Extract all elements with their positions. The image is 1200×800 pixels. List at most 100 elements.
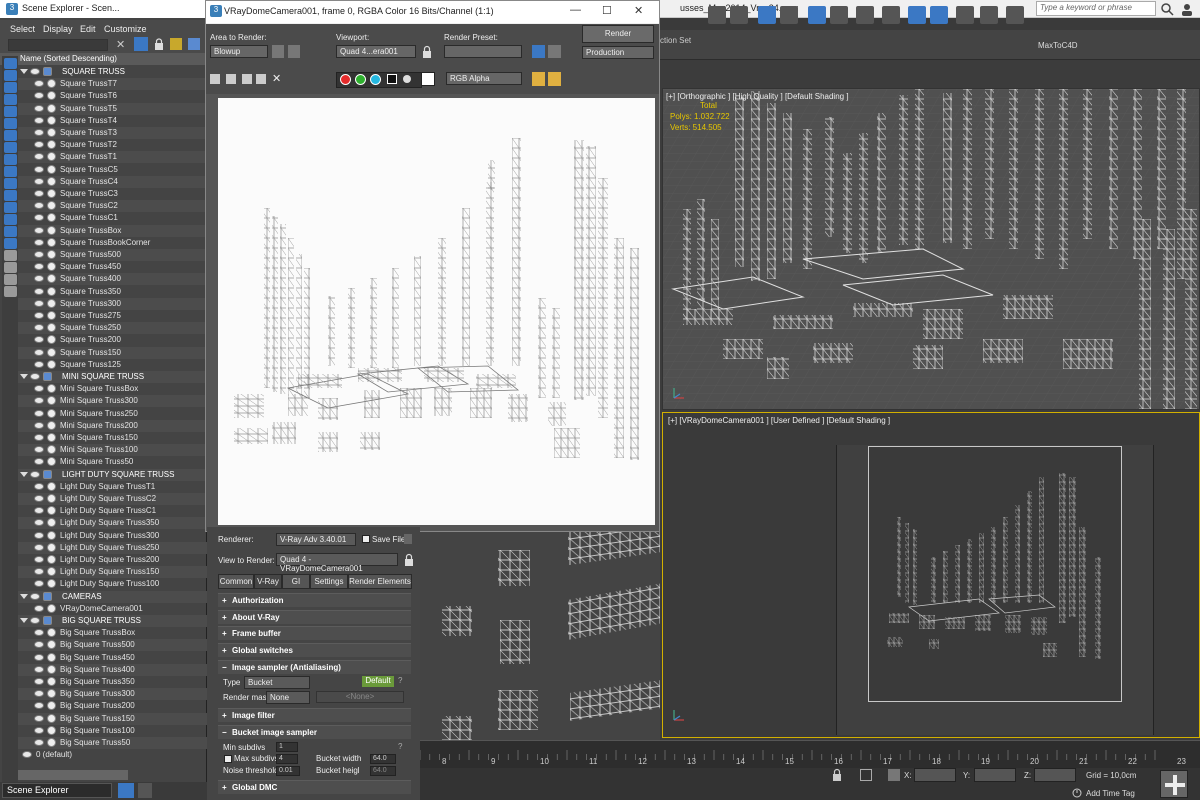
rendered-frame-window-icon[interactable] — [930, 6, 948, 24]
perspective-viewport-fragment[interactable] — [420, 530, 660, 742]
scene-object-row[interactable]: Square TrussC4 — [18, 175, 207, 188]
maxtoc4d-button[interactable]: MaxToC4D — [1038, 41, 1078, 50]
maximize-icon[interactable]: ☐ — [602, 4, 612, 17]
visibility-eye-icon[interactable] — [34, 678, 44, 685]
collapse-arrow-icon[interactable] — [20, 471, 28, 477]
y-coordinate-field[interactable] — [974, 768, 1016, 782]
lock-selection-icon[interactable] — [830, 768, 844, 782]
collapse-arrow-icon[interactable] — [20, 69, 28, 74]
scene-object-row[interactable]: Square TrussC5 — [18, 164, 207, 176]
bucket-height-field[interactable]: 64.0 — [370, 766, 396, 776]
display-cameras-icon[interactable] — [4, 94, 17, 105]
display-lights-icon[interactable] — [4, 82, 17, 93]
view-to-render-dropdown[interactable]: Quad 4 - VRayDomeCamera001 — [276, 553, 398, 573]
object-icon[interactable] — [47, 725, 56, 735]
scene-object-row[interactable]: Light Duty Square TrussT1 — [18, 481, 207, 493]
display-list-icon[interactable] — [4, 262, 17, 273]
object-icon[interactable] — [47, 542, 56, 552]
object-icon[interactable] — [47, 506, 56, 516]
print-image-icon[interactable] — [256, 74, 266, 84]
scene-object-row[interactable]: Square Truss200 — [18, 334, 207, 346]
visibility-eye-icon[interactable] — [34, 287, 44, 295]
visibility-eye-icon[interactable] — [34, 92, 44, 100]
keyword-search-input[interactable]: Type a keyword or phrase — [1036, 1, 1156, 16]
scene-object-row[interactable]: Mini Square Truss150 — [18, 432, 207, 444]
scene-object-row[interactable]: Square Truss275 — [18, 310, 207, 322]
x-coordinate-field[interactable] — [914, 768, 956, 782]
scene-object-row[interactable]: Square TrussC2 — [18, 200, 207, 213]
isolate-selection-icon[interactable] — [860, 769, 872, 781]
visibility-eye-icon[interactable] — [34, 263, 44, 271]
visibility-eye-icon[interactable] — [30, 592, 40, 600]
object-icon[interactable] — [47, 164, 56, 174]
mirror-icon[interactable] — [708, 6, 726, 24]
material-editor-icon[interactable] — [882, 6, 900, 24]
schematic-view-icon[interactable] — [856, 6, 874, 24]
renderer-dropdown[interactable]: V-Ray Adv 3.40.01 — [276, 533, 356, 546]
visibility-eye-icon[interactable] — [34, 104, 44, 112]
scene-object-row[interactable]: Square TrussBookCorner — [18, 237, 207, 249]
visibility-eye-icon[interactable] — [34, 385, 44, 393]
lock-view-icon[interactable] — [404, 553, 414, 566]
object-icon[interactable] — [47, 433, 56, 442]
curve-editor-icon[interactable] — [830, 6, 848, 24]
visibility-eye-icon[interactable] — [34, 629, 44, 637]
default-badge[interactable]: Default — [362, 676, 394, 687]
save-file-checkbox[interactable] — [362, 535, 370, 543]
visibility-eye-icon[interactable] — [34, 190, 44, 197]
object-icon[interactable] — [47, 738, 56, 747]
selection-set-dropdown[interactable]: ction Set — [660, 36, 691, 45]
help-icon[interactable]: ? — [398, 676, 402, 685]
add-layer-icon[interactable] — [170, 38, 182, 50]
scene-object-row[interactable]: Mini Square Truss300 — [18, 395, 207, 408]
visibility-eye-icon[interactable] — [34, 482, 44, 490]
display-none-icon[interactable] — [4, 214, 17, 225]
red-channel-toggle[interactable] — [340, 74, 351, 85]
scene-object-row[interactable]: Light Duty Square TrussC2 — [18, 493, 207, 505]
rollout-frame-buffer[interactable]: + Frame buffer — [218, 626, 411, 640]
scene-object-row[interactable]: Big Square Truss500 — [18, 639, 207, 652]
menu-customize[interactable]: Customize — [104, 24, 147, 34]
add-keyframe-icon[interactable] — [1160, 770, 1188, 798]
render-button[interactable]: Render — [582, 25, 654, 43]
collapse-arrow-icon[interactable] — [20, 374, 28, 379]
visibility-eye-icon[interactable] — [34, 80, 44, 88]
copy-image-icon[interactable] — [242, 74, 252, 84]
render-setup-icon[interactable] — [532, 45, 545, 58]
align-icon[interactable] — [730, 6, 748, 24]
object-icon[interactable] — [47, 481, 56, 491]
visibility-eye-icon[interactable] — [34, 739, 44, 746]
object-icon[interactable] — [47, 201, 56, 211]
object-icon[interactable] — [47, 347, 56, 357]
object-icon[interactable] — [47, 152, 56, 162]
area-to-render-dropdown[interactable]: Blowup — [210, 45, 268, 58]
object-icon[interactable] — [47, 128, 56, 137]
scene-object-row[interactable]: Square Truss150 — [18, 346, 207, 359]
lens-effects-icon[interactable] — [548, 72, 561, 86]
sampler-type-dropdown[interactable]: Bucket — [244, 676, 310, 689]
scene-object-row[interactable]: Mini Square Truss250 — [18, 408, 207, 420]
layer-row[interactable]: 0 (default) — [18, 749, 207, 761]
object-icon[interactable] — [47, 225, 56, 235]
environment-icon[interactable] — [548, 45, 561, 58]
sort-by-layer-icon[interactable] — [138, 783, 152, 798]
visibility-eye-icon[interactable] — [22, 751, 32, 759]
visibility-eye-icon[interactable] — [34, 714, 44, 722]
layer-icon[interactable] — [43, 616, 52, 625]
scene-object-row[interactable]: Big Square Truss100 — [18, 725, 207, 737]
object-icon[interactable] — [47, 286, 56, 296]
scene-object-row[interactable]: Big Square Truss400 — [18, 663, 207, 676]
visibility-eye-icon[interactable] — [34, 202, 44, 210]
scene-object-row[interactable]: Square Truss125 — [18, 359, 207, 371]
visibility-eye-icon[interactable] — [34, 409, 44, 417]
object-icon[interactable] — [47, 652, 56, 662]
visibility-eye-icon[interactable] — [34, 458, 44, 466]
scene-object-row[interactable]: Square TrussT7 — [18, 78, 207, 91]
visibility-eye-icon[interactable] — [34, 556, 44, 563]
scene-object-row[interactable]: Light Duty Square Truss250 — [18, 541, 207, 554]
rendered-image[interactable] — [218, 98, 655, 525]
object-icon[interactable] — [47, 311, 56, 320]
visibility-eye-icon[interactable] — [34, 690, 44, 698]
object-icon[interactable] — [47, 176, 56, 186]
scene-object-row[interactable]: Mini Square Truss100 — [18, 444, 207, 457]
